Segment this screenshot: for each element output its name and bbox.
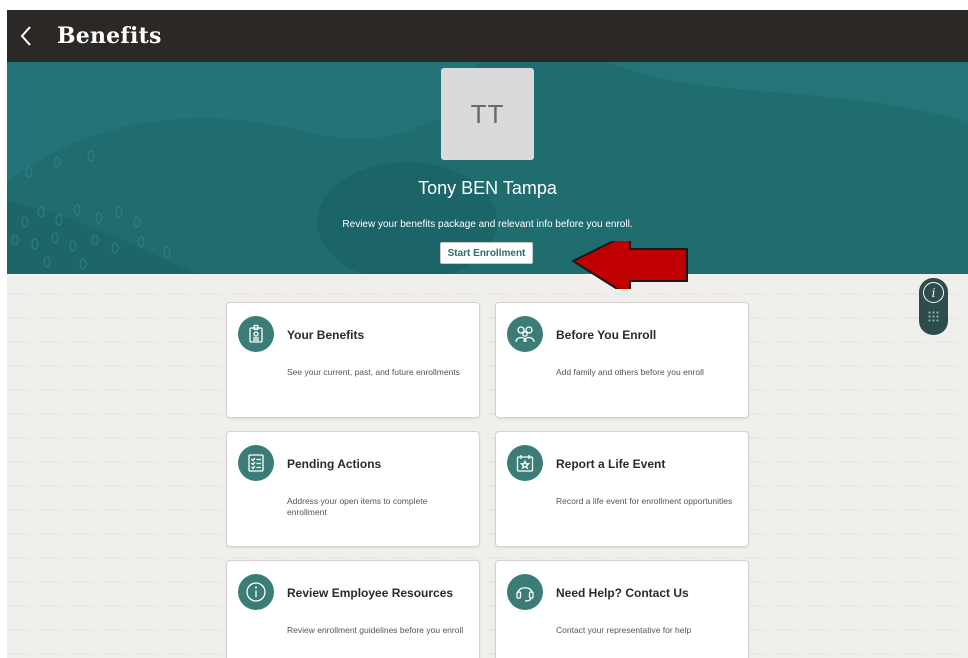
card-review-employee-resources[interactable]: Review Employee Resources Review enrollm… xyxy=(226,560,480,658)
benefits-badge-icon xyxy=(238,316,274,352)
card-description: Address your open items to complete enro… xyxy=(287,496,428,517)
chevron-left-icon xyxy=(20,26,31,46)
grid-dots-icon xyxy=(928,311,939,322)
card-description: Record a life event for enrollment oppor… xyxy=(556,496,733,506)
content-background xyxy=(7,274,968,658)
checklist-icon xyxy=(238,445,274,481)
card-description: See your current, past, and future enrol… xyxy=(287,367,460,377)
card-title: Your Benefits xyxy=(287,328,365,342)
card-description: Review enrollment guidelines before you … xyxy=(287,625,464,635)
card-pending-actions[interactable]: Pending Actions Address your open items … xyxy=(226,431,480,547)
help-widget-button[interactable]: i xyxy=(919,278,948,335)
info-icon xyxy=(238,574,274,610)
page-title: Benefits xyxy=(57,23,162,49)
card-before-you-enroll[interactable]: Before You Enroll Add family and others … xyxy=(495,302,749,418)
red-arrow-annotation xyxy=(570,241,688,289)
card-report-life-event[interactable]: Report a Life Event Record a life event … xyxy=(495,431,749,547)
avatar: TT xyxy=(441,68,534,160)
back-button[interactable] xyxy=(7,10,45,62)
hero-subtitle: Review your benefits package and relevan… xyxy=(342,219,633,230)
card-title: Need Help? Contact Us xyxy=(556,586,689,600)
card-your-benefits[interactable]: Your Benefits See your current, past, an… xyxy=(226,302,480,418)
card-title: Before You Enroll xyxy=(556,328,657,342)
card-need-help-contact-us[interactable]: Need Help? Contact Us Contact your repre… xyxy=(495,560,749,658)
app-frame: Benefits TT Tony BEN Tampa Review your b… xyxy=(7,10,968,658)
headset-icon xyxy=(507,574,543,610)
hero-banner: TT Tony BEN Tampa Review your benefits p… xyxy=(7,62,968,274)
calendar-star-icon xyxy=(507,445,543,481)
card-description: Add family and others before you enroll xyxy=(556,367,704,377)
top-bar: Benefits xyxy=(7,10,968,62)
card-title: Review Employee Resources xyxy=(287,586,454,600)
user-name: Tony BEN Tampa xyxy=(418,178,557,198)
card-title: Report a Life Event xyxy=(556,457,666,471)
family-icon xyxy=(507,316,543,352)
card-description: Contact your representative for help xyxy=(556,625,692,635)
card-title: Pending Actions xyxy=(287,457,382,471)
start-enrollment-button[interactable]: Start Enrollment xyxy=(440,242,533,264)
info-icon: i xyxy=(923,282,944,303)
